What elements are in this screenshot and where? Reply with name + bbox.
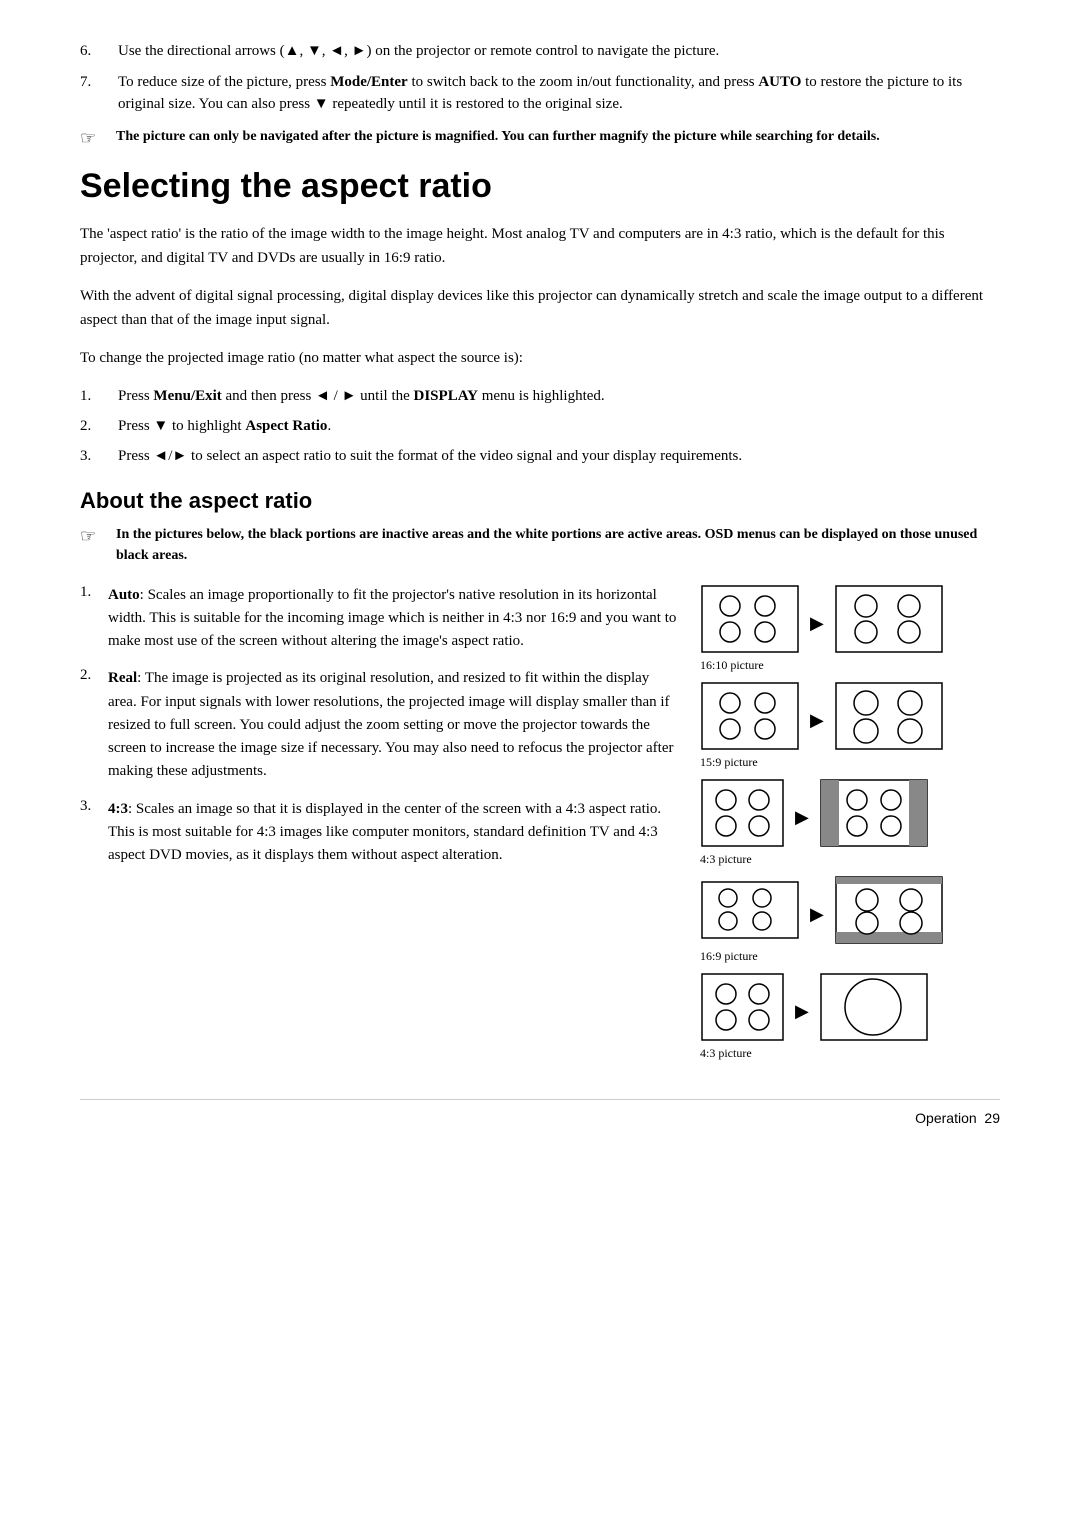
diagram-2-result bbox=[834, 681, 944, 751]
diagram-2-group: ▶ bbox=[700, 681, 944, 751]
diagram-2-source bbox=[700, 681, 800, 751]
step2-bold1: Aspect Ratio bbox=[245, 418, 327, 434]
page-title: Selecting the aspect ratio bbox=[80, 167, 1000, 206]
top-note-text: The picture can only be navigated after … bbox=[116, 126, 880, 147]
diagram-4-group: ▶ bbox=[700, 875, 944, 945]
diagram-1-label: 16:10 picture bbox=[700, 658, 764, 673]
step-2-text: Press ▼ to highlight Aspect Ratio. bbox=[118, 414, 331, 438]
diagram-3-arrow: ▶ bbox=[795, 807, 809, 828]
step-2: 2. Press ▼ to highlight Aspect Ratio. bbox=[80, 414, 1000, 438]
diagram-1: ▶ 16:10 picture bbox=[700, 584, 1000, 681]
step-3-num: 3. bbox=[80, 444, 118, 468]
step1-bold1: Menu/Exit bbox=[153, 388, 221, 404]
step-1: 1. Press Menu/Exit and then press ◄ / ► … bbox=[80, 384, 1000, 408]
diagram-2: ▶ 15:9 picture bbox=[700, 681, 1000, 778]
item-7-text: To reduce size of the picture, press Mod… bbox=[118, 71, 1000, 116]
diagram-3-label: 4:3 picture bbox=[700, 852, 752, 867]
para3: To change the projected image ratio (no … bbox=[80, 346, 1000, 370]
step1-bold2: DISPLAY bbox=[414, 388, 478, 404]
aspect-1-text: Auto: Scales an image proportionally to … bbox=[108, 584, 680, 654]
diagram-5: ▶ 4:3 picture bbox=[700, 972, 1000, 1069]
about-content: 1. Auto: Scales an image proportionally … bbox=[80, 584, 1000, 1069]
about-note-icon: ☞ bbox=[80, 526, 108, 547]
diagram-1-group: ▶ bbox=[700, 584, 944, 654]
aspect-3-num: 3. bbox=[80, 798, 108, 815]
steps-list: 1. Press Menu/Exit and then press ◄ / ► … bbox=[80, 384, 1000, 468]
step-3-text: Press ◄/► to select an aspect ratio to s… bbox=[118, 444, 742, 468]
diagram-5-result bbox=[819, 972, 929, 1042]
note-icon: ☞ bbox=[80, 128, 108, 149]
diagram-3-source bbox=[700, 778, 785, 848]
item-7-num: 7. bbox=[80, 71, 118, 116]
diagram-4: ▶ 16:9 picture bbox=[700, 875, 1000, 972]
about-note-box: ☞ In the pictures below, the black porti… bbox=[80, 524, 1000, 566]
step-1-text: Press Menu/Exit and then press ◄ / ► unt… bbox=[118, 384, 605, 408]
top-note-box: ☞ The picture can only be navigated afte… bbox=[80, 126, 1000, 149]
intro-item-7: 7. To reduce size of the picture, press … bbox=[80, 71, 1000, 116]
diagram-4-arrow: ▶ bbox=[810, 904, 824, 925]
top-section: 6. Use the directional arrows (▲, ▼, ◄, … bbox=[80, 40, 1000, 149]
aspect-1-num: 1. bbox=[80, 584, 108, 601]
diagram-4-result bbox=[834, 875, 944, 945]
aspect-1-bold: Auto bbox=[108, 587, 140, 603]
diagram-3-group: ▶ bbox=[700, 778, 929, 848]
step-2-num: 2. bbox=[80, 414, 118, 438]
about-note-text: In the pictures below, the black portion… bbox=[116, 524, 1000, 566]
para1: The 'aspect ratio' is the ratio of the i… bbox=[80, 222, 1000, 270]
item-6-text: Use the directional arrows (▲, ▼, ◄, ►) … bbox=[118, 40, 719, 63]
aspect-2-bold: Real bbox=[108, 670, 137, 686]
item-6-num: 6. bbox=[80, 40, 118, 63]
footer-section: Operation bbox=[915, 1110, 976, 1126]
step-3: 3. Press ◄/► to select an aspect ratio t… bbox=[80, 444, 1000, 468]
aspect-item-1: 1. Auto: Scales an image proportionally … bbox=[80, 584, 680, 654]
para2: With the advent of digital signal proces… bbox=[80, 284, 1000, 332]
diagram-5-arrow: ▶ bbox=[795, 1001, 809, 1022]
diagram-1-arrow: ▶ bbox=[810, 613, 824, 634]
diagram-2-arrow: ▶ bbox=[810, 710, 824, 731]
aspect-2-num: 2. bbox=[80, 667, 108, 684]
aspect-3-bold: 4:3 bbox=[108, 801, 128, 817]
footer: Operation 29 bbox=[80, 1099, 1000, 1126]
aspect-item-3: 3. 4:3: Scales an image so that it is di… bbox=[80, 798, 680, 868]
diagram-3-result bbox=[819, 778, 929, 848]
diagram-2-label: 15:9 picture bbox=[700, 755, 758, 770]
intro-item-6: 6. Use the directional arrows (▲, ▼, ◄, … bbox=[80, 40, 1000, 63]
footer-page: 29 bbox=[984, 1110, 1000, 1126]
intro-list: 6. Use the directional arrows (▲, ▼, ◄, … bbox=[80, 40, 1000, 116]
about-title: About the aspect ratio bbox=[80, 488, 1000, 514]
diagram-5-group: ▶ bbox=[700, 972, 929, 1042]
diagram-5-source bbox=[700, 972, 785, 1042]
aspect-3-text: 4:3: Scales an image so that it is displ… bbox=[108, 798, 680, 868]
diagram-4-source bbox=[700, 880, 800, 940]
diagram-3: ▶ 4:3 picture bbox=[700, 778, 1000, 875]
diagram-1-source bbox=[700, 584, 800, 654]
aspect-2-text: Real: The image is projected as its orig… bbox=[108, 667, 680, 783]
about-left-col: 1. Auto: Scales an image proportionally … bbox=[80, 584, 700, 1069]
step-1-num: 1. bbox=[80, 384, 118, 408]
aspect-item-2: 2. Real: The image is projected as its o… bbox=[80, 667, 680, 783]
about-right-col: ▶ 16:10 picture bbox=[700, 584, 1000, 1069]
diagram-1-result bbox=[834, 584, 944, 654]
diagram-5-label: 4:3 picture bbox=[700, 1046, 752, 1061]
diagram-4-label: 16:9 picture bbox=[700, 949, 758, 964]
